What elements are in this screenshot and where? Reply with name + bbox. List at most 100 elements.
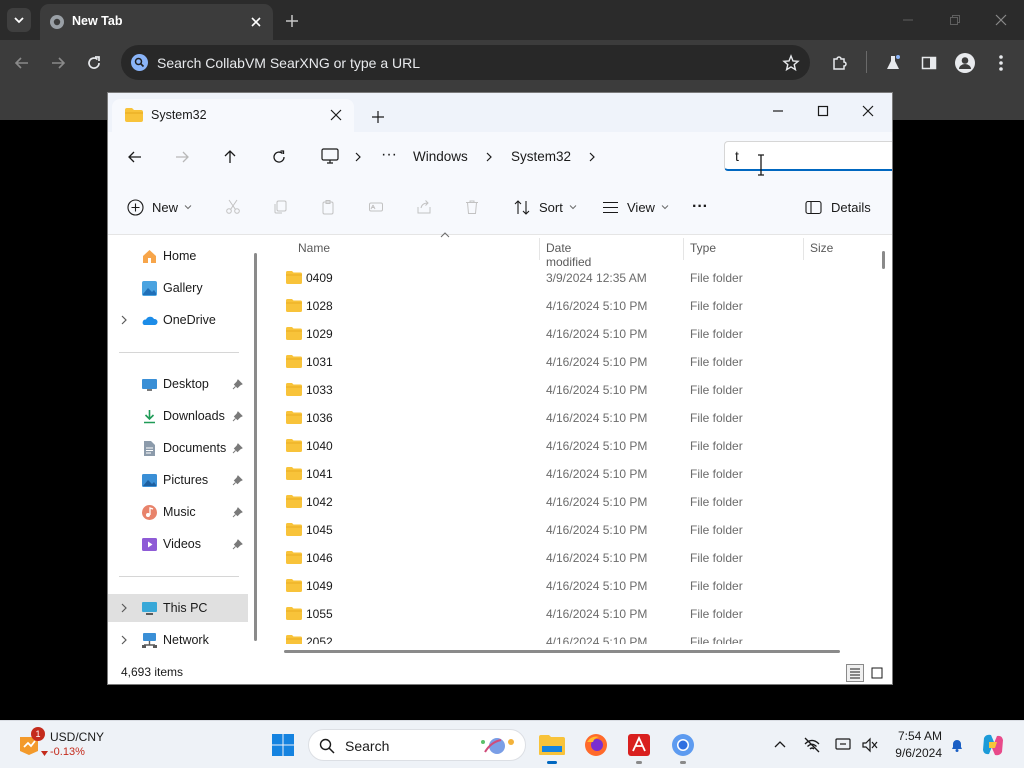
arrow-left-icon <box>128 151 141 163</box>
restore-button[interactable] <box>943 8 967 32</box>
file-row[interactable]: 1045 4/16/2024 5:10 PM File folder <box>282 516 874 544</box>
nav-item-this-pc[interactable]: This PC <box>108 594 248 622</box>
explorer-new-tab-button[interactable] <box>370 109 386 125</box>
scissors-icon <box>226 199 240 214</box>
breadcrumb-system32[interactable]: System32 <box>511 149 571 164</box>
view-button[interactable]: View <box>602 196 669 218</box>
nav-item-videos[interactable]: Videos <box>108 530 248 558</box>
file-row[interactable]: 1049 4/16/2024 5:10 PM File folder <box>282 572 874 600</box>
file-row[interactable]: 1036 4/16/2024 5:10 PM File folder <box>282 404 874 432</box>
explorer-maximize-button[interactable] <box>812 100 834 122</box>
firefox-taskbar-button[interactable] <box>580 729 612 761</box>
pin-icon[interactable] <box>232 411 243 422</box>
pin-icon[interactable] <box>232 475 243 486</box>
file-name: 1045 <box>306 523 333 537</box>
nav-item-gallery[interactable]: Gallery <box>108 274 248 302</box>
nav-item-pictures[interactable]: Pictures <box>108 466 248 494</box>
labs-button[interactable] <box>882 52 904 74</box>
file-list-vertical-scrollbar[interactable] <box>882 251 885 269</box>
nav-item-documents[interactable]: Documents <box>108 434 248 462</box>
rename-icon <box>369 202 383 212</box>
rename-button[interactable] <box>366 197 386 217</box>
file-explorer-taskbar-button[interactable] <box>536 729 568 764</box>
show-hidden-icons-button[interactable] <box>770 735 790 755</box>
breadcrumb-overflow[interactable]: ··· <box>381 146 397 164</box>
close-icon[interactable] <box>330 109 342 121</box>
file-list-horizontal-scrollbar[interactable] <box>284 650 840 653</box>
forward-button[interactable] <box>46 51 70 75</box>
cut-button[interactable] <box>223 197 243 217</box>
chevron-right-icon[interactable] <box>119 603 129 613</box>
browser-tab[interactable]: New Tab <box>40 4 273 40</box>
back-button[interactable] <box>10 51 34 75</box>
taskbar-search[interactable]: Search <box>308 729 526 761</box>
volume-status-button[interactable] <box>834 735 854 755</box>
explorer-minimize-button[interactable] <box>767 100 789 122</box>
explorer-forward-button[interactable] <box>172 147 192 167</box>
copy-button[interactable] <box>270 197 290 217</box>
network-status-button[interactable] <box>802 735 822 755</box>
explorer-address-bar[interactable]: ··· Windows System32 <box>311 141 715 171</box>
explorer-close-button[interactable] <box>857 100 879 122</box>
file-row[interactable]: 1055 4/16/2024 5:10 PM File folder <box>282 600 874 628</box>
explorer-search-input[interactable]: t <box>724 141 892 171</box>
nav-item-onedrive[interactable]: OneDrive <box>108 306 248 334</box>
minimize-button[interactable] <box>896 8 920 32</box>
breadcrumb-windows[interactable]: Windows <box>413 149 468 164</box>
file-row[interactable]: 1029 4/16/2024 5:10 PM File folder <box>282 320 874 348</box>
file-row[interactable]: 1040 4/16/2024 5:10 PM File folder <box>282 432 874 460</box>
chrome-taskbar-button[interactable] <box>667 729 699 764</box>
notifications-button[interactable] <box>947 735 967 755</box>
sort-button[interactable]: Sort <box>514 196 577 218</box>
file-row[interactable]: 2052 4/16/2024 5:10 PM File folder <box>282 628 874 644</box>
nav-item-home[interactable]: Home <box>108 242 248 270</box>
file-row[interactable]: 1028 4/16/2024 5:10 PM File folder <box>282 292 874 320</box>
explorer-back-button[interactable] <box>125 147 145 167</box>
file-type: File folder <box>690 579 743 593</box>
nav-pane-scrollbar[interactable] <box>254 253 257 641</box>
chevron-right-icon[interactable] <box>119 635 129 645</box>
nav-item-network[interactable]: Network <box>108 626 248 654</box>
file-row[interactable]: 1031 4/16/2024 5:10 PM File folder <box>282 348 874 376</box>
new-tab-button[interactable] <box>282 11 302 31</box>
pin-icon[interactable] <box>232 443 243 454</box>
explorer-tab[interactable]: System32 <box>112 99 354 132</box>
file-row[interactable]: 0409 3/9/2024 12:35 AM File folder <box>282 264 874 292</box>
tab-search-button[interactable] <box>7 8 31 32</box>
reload-button[interactable] <box>82 51 106 75</box>
menu-button[interactable] <box>990 52 1012 74</box>
close-window-button[interactable] <box>989 8 1013 32</box>
nav-item-music[interactable]: Music <box>108 498 248 526</box>
details-pane-button[interactable]: Details <box>805 196 871 218</box>
battery-status-button[interactable] <box>860 735 880 755</box>
file-row[interactable]: 1042 4/16/2024 5:10 PM File folder <box>282 488 874 516</box>
delete-button[interactable] <box>462 197 482 217</box>
close-icon[interactable] <box>248 14 264 30</box>
pin-icon[interactable] <box>232 539 243 550</box>
pin-icon[interactable] <box>232 507 243 518</box>
bookmark-star-icon[interactable] <box>782 54 800 72</box>
explorer-up-button[interactable] <box>220 147 240 167</box>
profile-button[interactable] <box>954 52 976 74</box>
address-bar[interactable]: Search CollabVM SearXNG or type a URL <box>121 45 810 80</box>
copilot-button[interactable] <box>980 732 1006 758</box>
details-view-icon <box>850 668 860 679</box>
nav-item-downloads[interactable]: Downloads <box>108 402 248 430</box>
adobe-taskbar-button[interactable] <box>623 729 655 764</box>
file-row[interactable]: 1033 4/16/2024 5:10 PM File folder <box>282 376 874 404</box>
explorer-refresh-button[interactable] <box>269 147 289 167</box>
share-button[interactable] <box>414 197 434 217</box>
extensions-button[interactable] <box>829 52 851 74</box>
new-button[interactable]: New <box>127 196 192 218</box>
file-row[interactable]: 1041 4/16/2024 5:10 PM File folder <box>282 460 874 488</box>
start-button[interactable] <box>267 729 299 761</box>
pin-icon[interactable] <box>232 379 243 390</box>
paste-button[interactable] <box>318 197 338 217</box>
file-row[interactable]: 1046 4/16/2024 5:10 PM File folder <box>282 544 874 572</box>
side-panel-button[interactable] <box>918 52 940 74</box>
nav-item-desktop[interactable]: Desktop <box>108 370 248 398</box>
chevron-right-icon[interactable] <box>119 315 129 325</box>
details-view-button[interactable] <box>846 664 864 682</box>
see-more-button[interactable]: ··· <box>692 196 708 218</box>
tiles-view-button[interactable] <box>868 664 886 682</box>
